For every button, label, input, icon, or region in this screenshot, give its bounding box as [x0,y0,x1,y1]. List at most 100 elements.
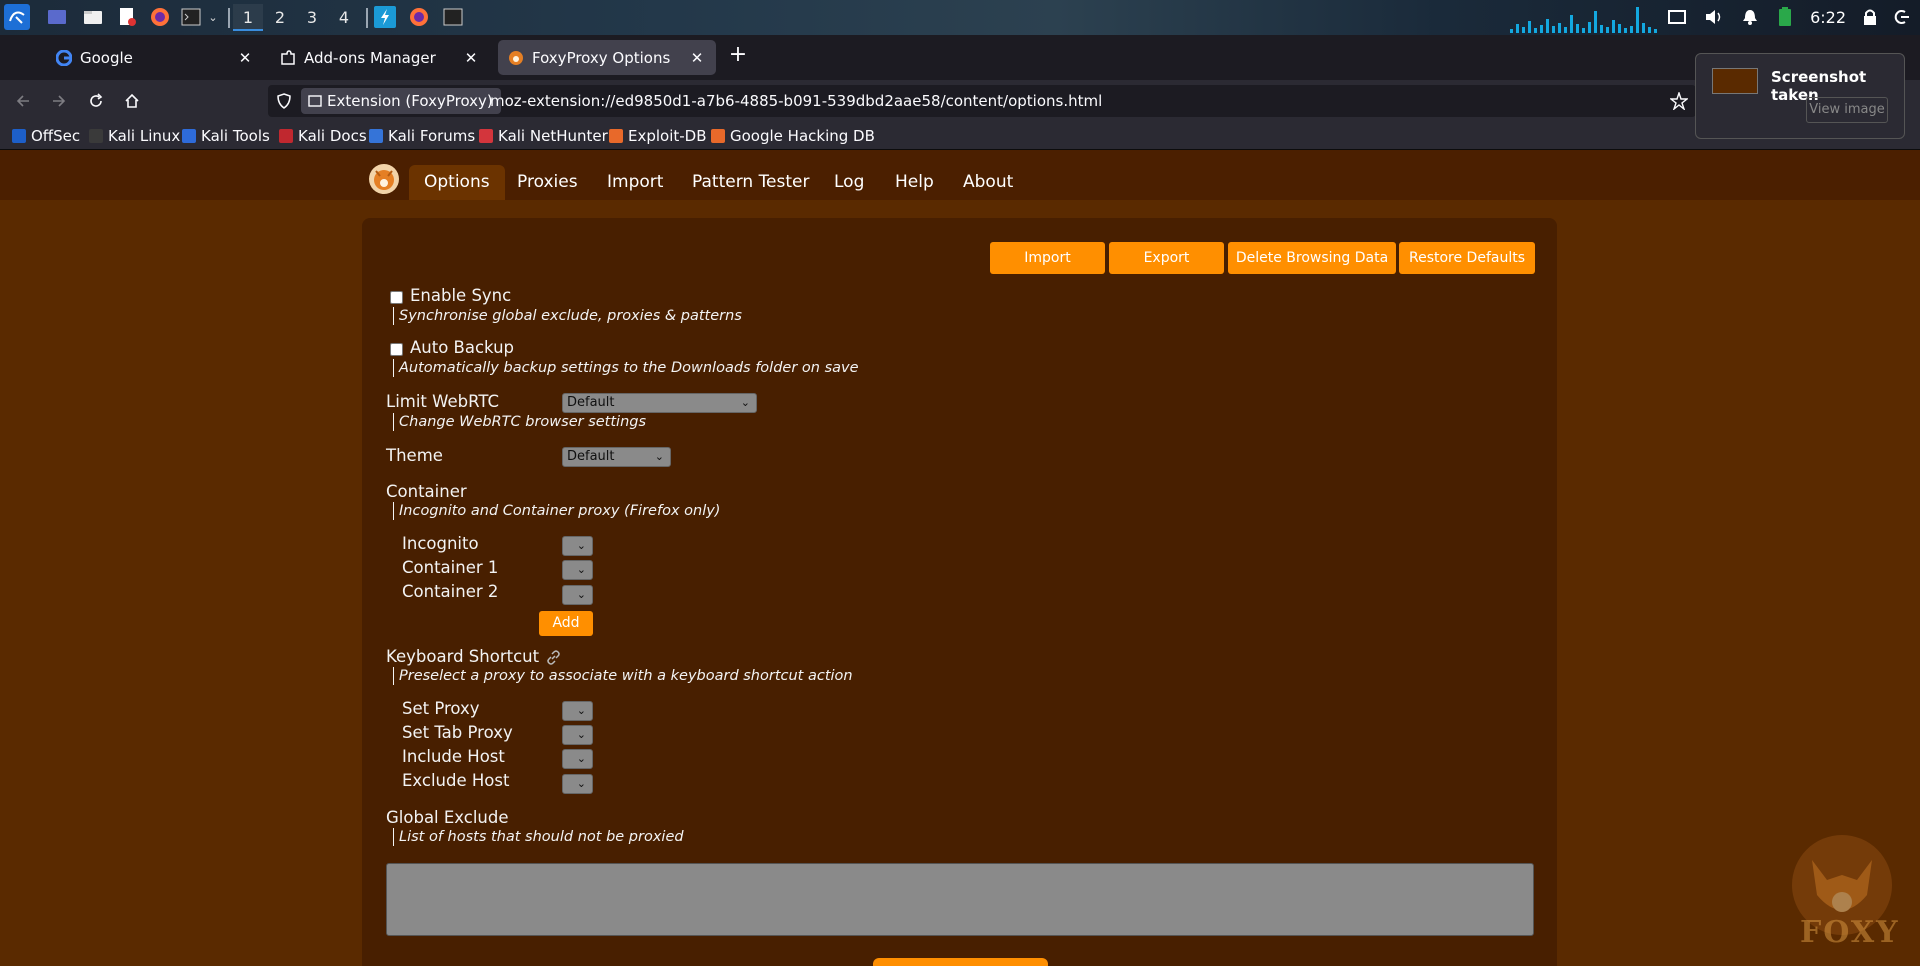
workspace-3[interactable]: 3 [297,4,327,31]
kali-tools-icon [182,129,196,143]
forward-button[interactable] [47,89,71,113]
import-button[interactable]: Import [990,242,1105,274]
container-2-proxy-select[interactable]: ⌄ [562,585,593,605]
workspace-4[interactable]: 4 [329,4,359,31]
cpu-graph-bar [1654,29,1657,33]
tab-label: Add-ons Manager [304,48,436,67]
theme-select[interactable]: Default ⌄ [562,447,671,467]
chevron-down-icon[interactable]: ⌄ [207,6,219,28]
firefox-window-icon[interactable] [408,6,430,28]
tracking-protection-shield-icon[interactable] [276,93,292,113]
exclude-host-select[interactable]: ⌄ [562,774,593,794]
notifications-icon[interactable] [1739,6,1761,28]
battery-icon[interactable] [1774,6,1796,28]
url-bar[interactable]: Extension (FoxyProxy) moz-extension://ed… [268,85,1696,117]
new-tab-button[interactable]: + [727,44,749,66]
foxyproxy-icon [508,50,524,66]
bookmark-kali-docs[interactable]: Kali Docs [279,122,367,150]
logout-icon[interactable] [1890,6,1912,28]
shortcut-item-include-host: Include Host [402,747,505,766]
kali-forums-icon [369,129,383,143]
tab-google[interactable]: Google ✕ [46,40,264,75]
restore-defaults-button[interactable]: Restore Defaults [1399,242,1535,274]
options-panel: Import Export Delete Browsing Data Resto… [362,218,1557,966]
google-icon [56,49,72,66]
delete-browsing-data-button[interactable]: Delete Browsing Data [1228,242,1396,274]
power-manager-icon[interactable] [374,6,396,28]
global-exclude-textarea[interactable] [386,863,1534,936]
display-icon[interactable] [1666,6,1688,28]
text-editor-icon[interactable] [116,6,138,28]
cpu-graph-bar [1558,23,1561,33]
set-proxy-select[interactable]: ⌄ [562,701,593,721]
chevron-down-icon: ⌄ [576,704,586,717]
kali-menu-icon[interactable] [4,4,30,30]
volume-icon[interactable] [1703,6,1725,28]
tab-addons-manager[interactable]: Add-ons Manager ✕ [270,40,490,75]
terminal-window-icon[interactable] [442,6,464,28]
container-item-incognito: Incognito [402,534,479,553]
bookmark-label: Exploit-DB [628,127,707,145]
clock[interactable]: 6:22 [1810,0,1846,35]
enable-sync-checkbox[interactable] [390,291,403,304]
include-host-select[interactable]: ⌄ [562,749,593,769]
tab-proxies[interactable]: Proxies [502,165,593,200]
cpu-graph-bar [1606,27,1609,33]
cpu-graph-bar [1624,28,1627,33]
close-tab-icon[interactable]: ✕ [236,49,254,67]
tab-foxyproxy-options[interactable]: FoxyProxy Options ✕ [498,40,716,75]
auto-backup-checkbox[interactable] [390,343,403,356]
save-button[interactable] [873,958,1048,966]
cpu-graph-bar [1522,27,1525,33]
screenshot-notification[interactable]: Screenshot taken View image [1695,53,1905,139]
cpu-graph-bar [1528,21,1531,33]
cpu-graph-bar [1540,25,1543,33]
chevron-down-icon: ⌄ [576,777,586,790]
terminal-icon[interactable] [180,6,202,28]
bookmark-kali-linux[interactable]: Kali Linux [89,122,180,150]
lock-icon[interactable] [1859,6,1881,28]
tab-log[interactable]: Log [819,165,879,200]
bookmark-kali-tools[interactable]: Kali Tools [182,122,270,150]
back-button[interactable] [11,89,35,113]
firefox-icon[interactable] [149,6,171,28]
home-button[interactable] [120,89,144,113]
add-container-button[interactable]: Add [539,611,593,636]
cpu-graph-bar [1594,11,1597,33]
close-tab-icon[interactable]: ✕ [462,49,480,67]
set-tab-proxy-select[interactable]: ⌄ [562,725,593,745]
tab-pattern-tester[interactable]: Pattern Tester [677,165,825,200]
bookmark-offsec[interactable]: OffSec [12,122,80,150]
container-1-proxy-select[interactable]: ⌄ [562,560,593,580]
tab-import[interactable]: Import [592,165,678,200]
url-text[interactable]: moz-extension://ed9850d1-a7b6-4885-b091-… [490,85,1102,117]
cpu-graph-bar [1588,22,1591,33]
container-description: Incognito and Container proxy (Firefox o… [393,502,720,520]
file-manager-icon[interactable] [82,6,104,28]
close-tab-icon[interactable]: ✕ [688,49,706,67]
desktop-icon[interactable] [46,6,68,28]
extension-identity-label[interactable]: Extension (FoxyProxy) [301,88,501,114]
limit-webrtc-select[interactable]: Default ⌄ [562,393,757,413]
bookmark-exploit-db[interactable]: Exploit-DB [609,122,707,150]
workspace-1[interactable]: 1 [233,4,263,31]
auto-backup-label: Auto Backup [410,338,515,357]
bookmark-star-icon[interactable] [1669,90,1689,114]
tab-about[interactable]: About [948,165,1028,200]
export-button[interactable]: Export [1109,242,1224,274]
enable-sync-label: Enable Sync [410,286,512,305]
bookmark-label: Kali Docs [298,127,367,145]
bookmark-kali-nethunter[interactable]: Kali NetHunter [479,122,608,150]
incognito-proxy-select[interactable]: ⌄ [562,536,593,556]
bookmark-google-hacking-db[interactable]: Google Hacking DB [711,122,875,150]
screenshot-thumbnail[interactable] [1712,68,1758,94]
limit-webrtc-description: Change WebRTC browser settings [393,413,646,431]
reload-button[interactable] [84,89,108,113]
bookmark-kali-forums[interactable]: Kali Forums [369,122,475,150]
view-image-button[interactable]: View image [1806,97,1888,123]
nethunter-icon [479,129,493,143]
tab-help[interactable]: Help [880,165,949,200]
tab-options[interactable]: Options [409,165,505,200]
workspace-2[interactable]: 2 [265,4,295,31]
foxy-watermark-text: FOXY [1800,915,1900,950]
